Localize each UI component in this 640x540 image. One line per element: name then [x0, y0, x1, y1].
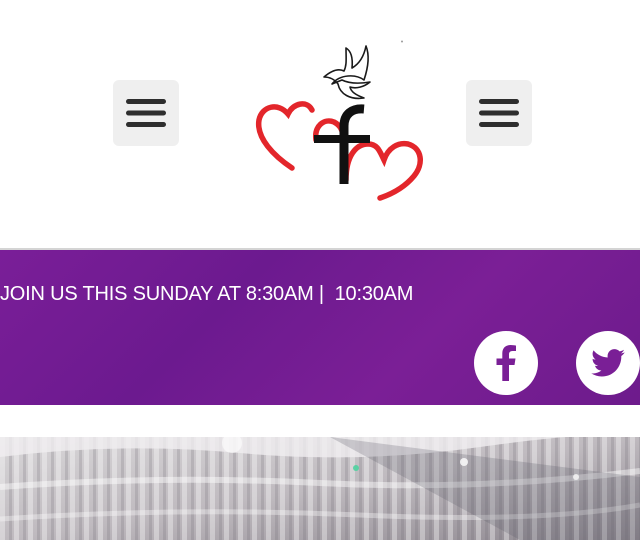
twitter-icon [591, 349, 625, 377]
section-spacer [0, 405, 640, 437]
hero-image [0, 437, 640, 540]
facebook-icon [496, 345, 516, 381]
menu-toggle-button-right[interactable] [466, 80, 532, 146]
hamburger-menu-icon [126, 99, 166, 127]
hamburger-menu-icon [479, 99, 519, 127]
menu-toggle-button-left[interactable] [113, 80, 179, 146]
twitter-link[interactable] [576, 331, 640, 395]
mfm-logo[interactable] [252, 40, 430, 206]
site-header [0, 0, 640, 248]
facebook-link[interactable] [474, 331, 538, 395]
announcement-banner: JOIN US THIS SUNDAY AT 8:30AM | 10:30AM [0, 250, 640, 405]
service-times-text: JOIN US THIS SUNDAY AT 8:30AM | 10:30AM [0, 283, 414, 305]
